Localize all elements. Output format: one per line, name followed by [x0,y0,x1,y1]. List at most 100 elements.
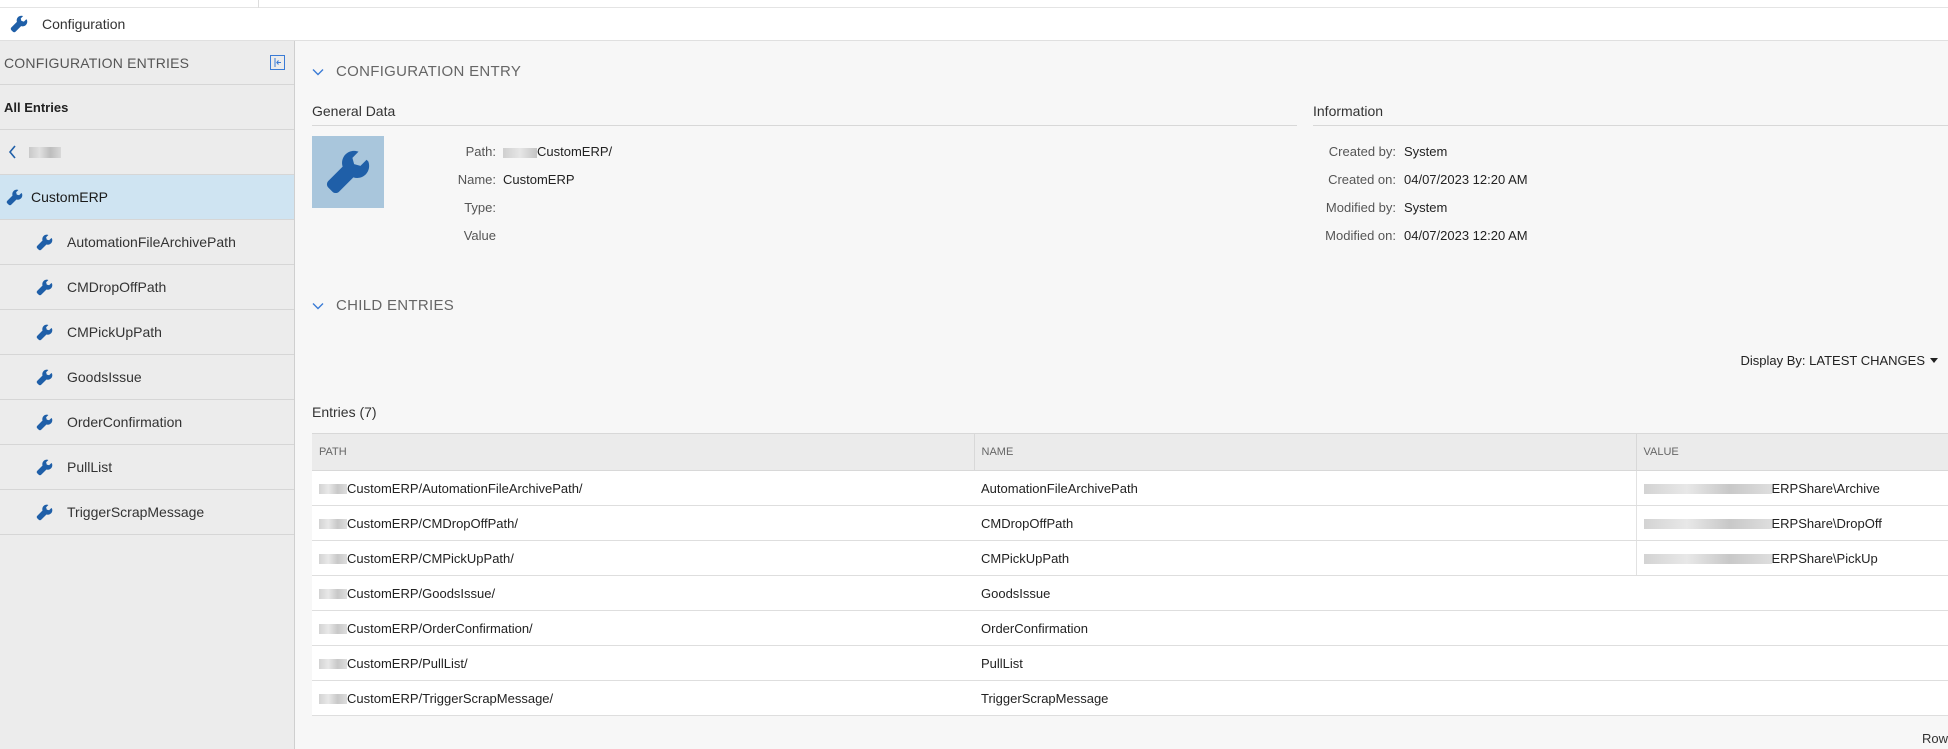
cell-path: CustomERP/AutomationFileArchivePath/ [312,470,974,506]
sidebar-item-child[interactable]: AutomationFileArchivePath [0,220,294,265]
redacted-prefix [503,147,537,158]
name-value: CustomERP [503,172,575,187]
table-row[interactable]: CustomERP/OrderConfirmation/OrderConfirm… [312,610,1948,646]
page-title: Configuration [42,16,126,32]
cell-value: ERPShare\Archive [1635,470,1948,506]
sidebar-item-child[interactable]: OrderConfirmation [0,400,294,445]
path-text: CustomERP/GoodsIssue/ [347,585,496,601]
created-by-value-wrap: System [1404,144,1704,162]
created-on-label: Created on: [1328,172,1396,187]
type-label: Type: [464,200,496,215]
chevron-down-icon [312,302,324,309]
modified-on-label-wrap: Modified on: [1196,228,1396,246]
sidebar-item-label: OrderConfirmation [67,414,183,430]
cell-value [1636,680,1948,716]
display-by-dropdown[interactable]: Display By: LATEST CHANGES [1741,353,1938,368]
wrench-icon [10,15,28,33]
sidebar-item-customerp[interactable]: CustomERP [0,175,294,220]
created-by-value: System [1404,144,1448,159]
type-label-wrap: Type: [296,200,496,218]
sidebar-item-child[interactable]: CMDropOffPath [0,265,294,310]
wrench-icon [36,369,53,386]
modified-on-value: 04/07/2023 12:20 AM [1404,228,1528,243]
configuration-entry-section-toggle[interactable]: CONFIGURATION ENTRY [312,63,521,80]
table-row[interactable]: CustomERP/CMPickUpPath/CMPickUpPath ERPSh… [312,540,1948,576]
child-entries-title: CHILD ENTRIES [336,297,455,314]
name-label-wrap: Name: [296,172,496,190]
child-entries-section-toggle[interactable]: CHILD ENTRIES [312,297,454,314]
path-value-wrap: CustomERP/ [503,144,903,162]
table-row[interactable]: CustomERP/GoodsIssue/GoodsIssue [312,575,1948,611]
redacted-path-prefix [319,659,347,670]
cell-name: TriggerScrapMessage [974,680,1636,716]
cell-name: CMDropOffPath [974,505,1636,541]
path-text: CustomERP/ [537,144,613,159]
modified-on-value-wrap: 04/07/2023 12:20 AM [1404,228,1704,246]
sidebar-item-child[interactable]: TriggerScrapMessage [0,490,294,535]
sidebar-item-label: CMDropOffPath [67,279,167,295]
wrench-icon [36,459,53,476]
path-text: CustomERP/OrderConfirmation/ [347,620,533,636]
top-strip-divider [258,0,259,8]
wrench-icon [36,279,53,296]
redacted-value-prefix [1643,519,1772,530]
collapse-left-icon [274,58,281,67]
value-text: ERPShare\DropOff [1771,515,1882,531]
path-text: CustomERP/TriggerScrapMessage/ [347,690,554,706]
redacted-path-prefix [319,519,347,530]
modified-by-label-wrap: Modified by: [1196,200,1396,218]
child-entries-table: PATH NAME VALUE CustomERP/AutomationFile… [312,433,1948,716]
cell-name: GoodsIssue [974,575,1636,611]
wrench-icon [36,324,53,341]
sidebar-item-child[interactable]: PullList [0,445,294,490]
sidebar-item-label: CustomERP [31,189,109,205]
configuration-entry-title: CONFIGURATION ENTRY [336,63,522,80]
sidebar-title: CONFIGURATION ENTRIES [4,54,190,71]
display-by-label: Display By: [1740,353,1806,368]
table-row[interactable]: CustomERP/AutomationFileArchivePath/Auto… [312,470,1948,506]
column-header-name[interactable]: NAME [973,433,1636,471]
chevron-left-icon [8,145,16,159]
wrench-icon [6,189,23,206]
sidebar-item-child[interactable]: GoodsIssue [0,355,294,400]
redacted-path-prefix [319,694,347,705]
redacted-path-prefix [319,589,347,600]
sidebar-item-label: CMPickUpPath [67,324,162,340]
information-title: Information [1313,103,1948,126]
value-text: ERPShare\Archive [1771,480,1880,496]
cell-path: CustomERP/CMDropOffPath/ [312,505,974,541]
cell-value: ERPShare\PickUp [1635,540,1948,576]
redacted-path-prefix [319,484,347,495]
wrench-icon [36,234,53,251]
cell-name: CMPickUpPath [974,540,1636,576]
table-header-row: PATH NAME VALUE [312,433,1948,471]
column-header-path[interactable]: PATH [312,433,974,471]
path-value: CustomERP/ [503,144,612,159]
sidebar-item-label: TriggerScrapMessage [67,504,205,520]
top-strip [0,0,1948,8]
modified-by-value-wrap: System [1404,200,1704,218]
table-row[interactable]: CustomERP/CMDropOffPath/CMDropOffPath ERP… [312,505,1948,541]
caret-down-icon [1930,358,1938,363]
cell-value: ERPShare\DropOff [1635,505,1948,541]
cell-path: CustomERP/TriggerScrapMessage/ [312,680,974,716]
sidebar-item-all-entries[interactable]: All Entries [0,85,294,130]
table-row[interactable]: CustomERP/PullList/PullList [312,645,1948,681]
created-on-value-wrap: 04/07/2023 12:20 AM [1404,172,1704,190]
collapse-sidebar-button[interactable] [270,55,285,70]
sidebar-header: CONFIGURATION ENTRIES [0,41,294,85]
redacted-parent-label [29,146,61,158]
column-header-value[interactable]: VALUE [1635,433,1948,471]
sidebar-back-button[interactable] [0,130,294,175]
cell-value [1636,610,1948,646]
redacted-value-prefix [1643,554,1772,565]
title-bar: Configuration [0,8,1948,41]
cell-path: CustomERP/GoodsIssue/ [312,575,974,611]
created-by-label: Created by: [1328,144,1396,159]
sidebar: CONFIGURATION ENTRIES All Entries Custom… [0,41,295,749]
redacted-path-prefix [319,554,347,565]
table-row[interactable]: CustomERP/TriggerScrapMessage/TriggerScr… [312,680,1948,716]
sidebar-item-child[interactable]: CMPickUpPath [0,310,294,355]
value-text: ERPShare\PickUp [1771,550,1878,566]
created-by-label-wrap: Created by: [1196,144,1396,162]
